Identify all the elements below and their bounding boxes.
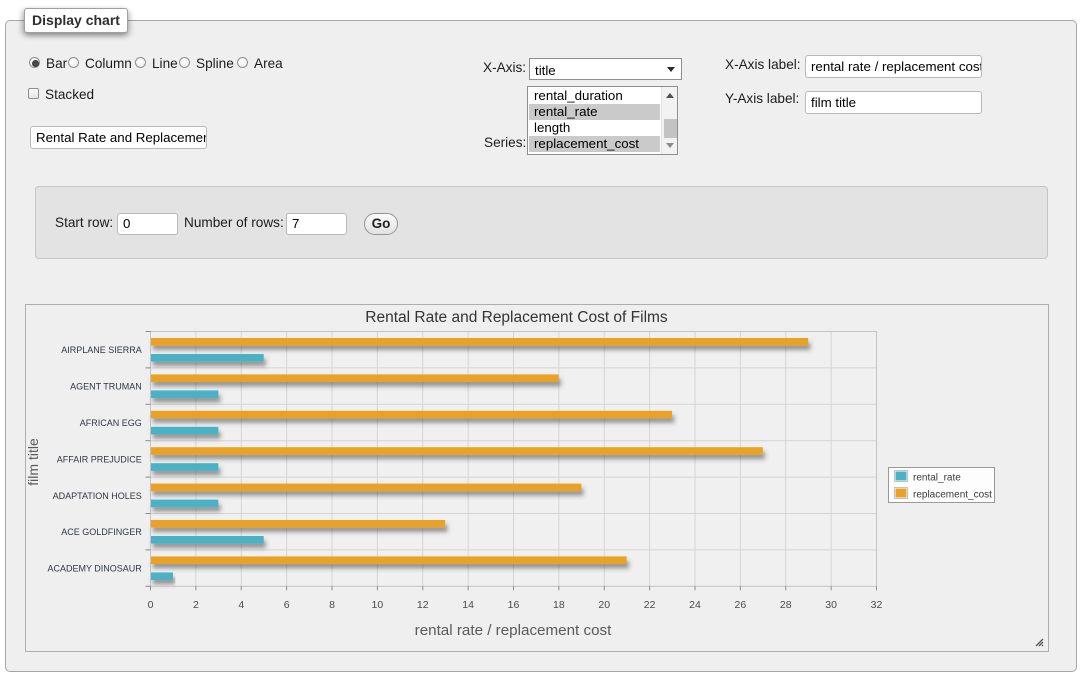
svg-text:6: 6 [284, 599, 290, 611]
svg-text:AFRICAN EGG: AFRICAN EGG [80, 418, 142, 428]
svg-text:22: 22 [644, 599, 656, 611]
svg-text:16: 16 [508, 599, 520, 611]
svg-text:4: 4 [238, 599, 244, 611]
svg-text:30: 30 [825, 599, 837, 611]
svg-text:rental rate / replacement cost: rental rate / replacement cost [415, 622, 612, 639]
svg-text:AGENT TRUMAN: AGENT TRUMAN [70, 382, 142, 392]
svg-text:8: 8 [329, 599, 335, 611]
svg-text:32: 32 [871, 599, 883, 611]
svg-text:14: 14 [462, 599, 474, 611]
svg-text:film title: film title [25, 438, 41, 486]
svg-text:20: 20 [598, 599, 610, 611]
svg-text:24: 24 [689, 599, 701, 611]
svg-text:26: 26 [735, 599, 747, 611]
svg-text:replacement_cost: replacement_cost [913, 490, 992, 501]
svg-text:28: 28 [780, 599, 792, 611]
svg-text:0: 0 [148, 599, 154, 611]
svg-text:12: 12 [417, 599, 429, 611]
svg-text:AFFAIR PREJUDICE: AFFAIR PREJUDICE [57, 454, 142, 464]
svg-text:Rental Rate and Replacement Co: Rental Rate and Replacement Cost of Film… [365, 309, 668, 326]
svg-text:18: 18 [553, 599, 565, 611]
svg-text:ADAPTATION HOLES: ADAPTATION HOLES [53, 491, 142, 501]
svg-text:AIRPLANE SIERRA: AIRPLANE SIERRA [61, 345, 142, 355]
svg-text:ACADEMY DINOSAUR: ACADEMY DINOSAUR [47, 564, 142, 574]
svg-text:ACE GOLDFINGER: ACE GOLDFINGER [61, 527, 142, 537]
svg-text:rental_rate: rental_rate [913, 473, 961, 484]
svg-text:10: 10 [372, 599, 384, 611]
svg-text:2: 2 [193, 599, 199, 611]
